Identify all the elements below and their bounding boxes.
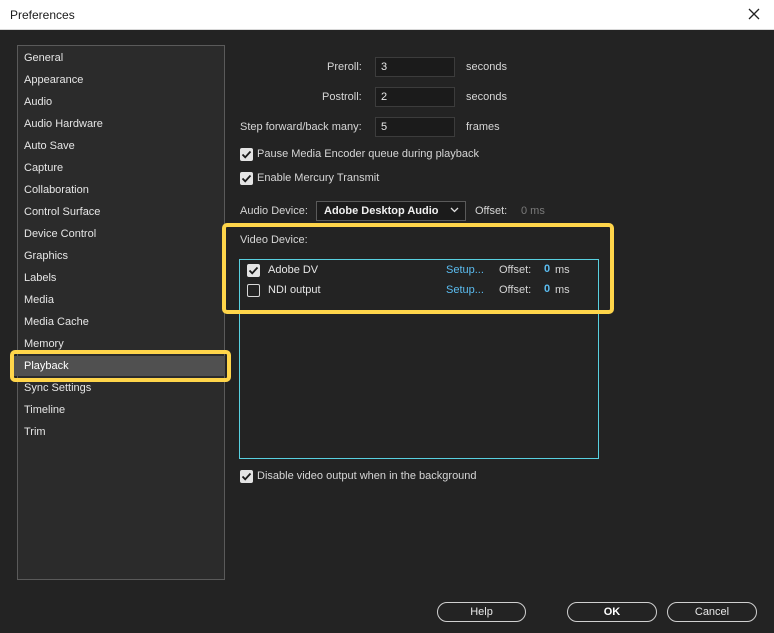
ndi-output-offset-label: Offset: bbox=[499, 284, 532, 296]
step-input[interactable] bbox=[375, 117, 455, 137]
sidebar-item-collaboration[interactable]: Collaboration bbox=[24, 180, 89, 200]
cancel-button[interactable]: Cancel bbox=[667, 602, 757, 622]
audio-offset-label: Offset: bbox=[475, 205, 508, 217]
sidebar-item-trim[interactable]: Trim bbox=[24, 422, 46, 442]
adobe-dv-offset-value[interactable]: 0 bbox=[544, 263, 550, 275]
ndi-output-setup-link[interactable]: Setup... bbox=[446, 284, 484, 296]
checkmark-icon bbox=[248, 266, 259, 275]
adobe-dv-name: Adobe DV bbox=[268, 264, 319, 276]
postroll-input[interactable] bbox=[375, 87, 455, 107]
ndi-output-offset-value[interactable]: 0 bbox=[544, 283, 550, 295]
window-title: Preferences bbox=[10, 8, 75, 22]
sidebar-item-sync-settings[interactable]: Sync Settings bbox=[24, 378, 91, 398]
sidebar-item-memory[interactable]: Memory bbox=[24, 334, 64, 354]
sidebar-item-general[interactable]: General bbox=[24, 48, 63, 68]
adobe-dv-setup-link[interactable]: Setup... bbox=[446, 264, 484, 276]
checkmark-icon bbox=[241, 150, 252, 159]
ndi-output-name: NDI output bbox=[268, 284, 321, 296]
ndi-output-offset-unit: ms bbox=[555, 284, 570, 296]
chevron-down-icon bbox=[450, 207, 459, 213]
disable-bg-label: Disable video output when in the backgro… bbox=[257, 470, 477, 482]
help-button[interactable]: Help bbox=[437, 602, 526, 622]
step-label: Step forward/back many: bbox=[240, 121, 362, 133]
sidebar-item-capture[interactable]: Capture bbox=[24, 158, 63, 178]
sidebar-item-audio-hardware[interactable]: Audio Hardware bbox=[24, 114, 103, 134]
adobe-dv-offset-label: Offset: bbox=[499, 264, 532, 276]
sidebar-item-timeline[interactable]: Timeline bbox=[24, 400, 65, 420]
mercury-transmit-checkbox[interactable] bbox=[240, 172, 253, 185]
preroll-input[interactable] bbox=[375, 57, 455, 77]
preroll-unit: seconds bbox=[466, 61, 507, 73]
checkmark-icon bbox=[241, 174, 252, 183]
adobe-dv-offset-unit: ms bbox=[555, 264, 570, 276]
preroll-label: Preroll: bbox=[327, 61, 362, 73]
step-unit: frames bbox=[466, 121, 500, 133]
audio-device-value: Adobe Desktop Audio bbox=[324, 205, 439, 217]
sidebar-item-auto-save[interactable]: Auto Save bbox=[24, 136, 75, 156]
sidebar-item-media[interactable]: Media bbox=[24, 290, 54, 310]
sidebar-item-media-cache[interactable]: Media Cache bbox=[24, 312, 89, 332]
audio-offset-value: 0 ms bbox=[521, 205, 545, 217]
sidebar-item-labels[interactable]: Labels bbox=[24, 268, 56, 288]
pause-encoder-label: Pause Media Encoder queue during playbac… bbox=[257, 148, 479, 160]
audio-device-label: Audio Device: bbox=[240, 205, 308, 217]
adobe-dv-checkbox[interactable] bbox=[247, 264, 260, 277]
mercury-transmit-label: Enable Mercury Transmit bbox=[257, 172, 380, 184]
sidebar-item-audio[interactable]: Audio bbox=[24, 92, 52, 112]
sidebar-item-control-surface[interactable]: Control Surface bbox=[24, 202, 100, 222]
ok-button[interactable]: OK bbox=[567, 602, 657, 622]
postroll-unit: seconds bbox=[466, 91, 507, 103]
sidebar-item-appearance[interactable]: Appearance bbox=[24, 70, 83, 90]
disable-bg-checkbox[interactable] bbox=[240, 470, 253, 483]
preferences-sidebar: General Appearance Audio Audio Hardware … bbox=[13, 45, 225, 580]
ndi-output-checkbox[interactable] bbox=[247, 284, 260, 297]
sidebar-item-playback[interactable]: Playback bbox=[13, 356, 225, 376]
audio-device-select[interactable]: Adobe Desktop Audio bbox=[316, 201, 466, 221]
video-device-label: Video Device: bbox=[240, 234, 308, 246]
postroll-label: Postroll: bbox=[322, 91, 362, 103]
pause-encoder-checkbox[interactable] bbox=[240, 148, 253, 161]
title-bar: Preferences bbox=[0, 0, 774, 30]
checkmark-icon bbox=[241, 472, 252, 481]
sidebar-item-device-control[interactable]: Device Control bbox=[24, 224, 96, 244]
close-icon[interactable] bbox=[744, 4, 764, 24]
sidebar-item-graphics[interactable]: Graphics bbox=[24, 246, 68, 266]
